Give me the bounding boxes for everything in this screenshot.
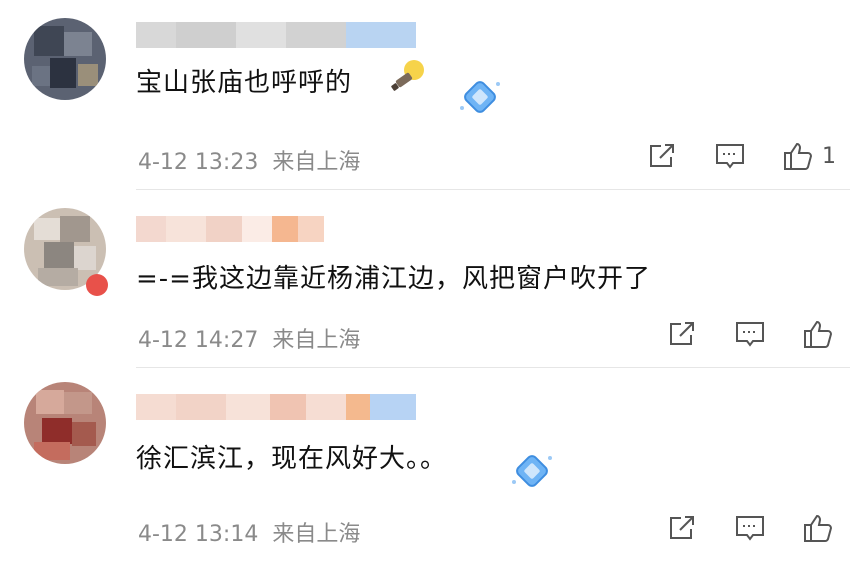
like-button[interactable] (780, 138, 816, 174)
comment-meta: 4-12 13:23 来自上海 (138, 144, 360, 176)
comment-meta: 4-12 13:14 来自上海 (138, 516, 360, 548)
avatar[interactable] (24, 382, 106, 464)
comment-item-1: 宝山张庙也呼呼的 4-12 13:23 来自上海 1 (0, 0, 850, 190)
comment-location: 来自上海 (272, 150, 361, 175)
comment-icon (736, 516, 764, 541)
comment-item-3: 徐汇滨江，现在风好大。。 4-12 13:14 来自上海 (0, 368, 850, 561)
comment-date: 4-12 14:27 (138, 328, 259, 353)
thumbs-up-icon (804, 320, 833, 348)
reply-button[interactable] (732, 510, 768, 546)
comment-item-2: =-=我这边靠近杨浦江边，风把窗户吹开了 4-12 14:27 来自上海 (0, 190, 850, 368)
username-blurred[interactable] (136, 394, 416, 420)
bulb-emoji-icon (391, 60, 424, 91)
avatar[interactable] (24, 18, 106, 100)
reply-button[interactable] (732, 316, 768, 352)
thumbs-up-icon (784, 142, 813, 170)
share-button[interactable] (644, 138, 680, 174)
thumbs-up-icon (804, 514, 833, 542)
diamond-badge-icon (460, 81, 500, 113)
reply-button[interactable] (712, 138, 748, 174)
comment-date: 4-12 13:23 (138, 150, 259, 175)
like-count: 1 (822, 144, 836, 169)
share-icon (670, 322, 694, 345)
share-icon (670, 516, 694, 539)
like-button[interactable] (800, 510, 836, 546)
comment-meta: 4-12 14:27 来自上海 (138, 322, 360, 354)
username-blurred[interactable] (136, 22, 416, 48)
comment-text: 徐汇滨江，现在风好大。。 (136, 444, 448, 474)
comment-icon (736, 322, 764, 347)
share-button[interactable] (664, 510, 700, 546)
username-blurred[interactable] (136, 216, 324, 242)
comment-location: 来自上海 (272, 522, 361, 547)
comment-location: 来自上海 (272, 328, 361, 353)
share-icon (650, 144, 674, 167)
comment-date: 4-12 13:14 (138, 522, 259, 547)
share-button[interactable] (664, 316, 700, 352)
status-badge (86, 274, 108, 296)
like-button[interactable] (800, 316, 836, 352)
comment-icon (716, 144, 744, 169)
comment-text: 宝山张庙也呼呼的 (136, 68, 353, 98)
diamond-badge-icon (512, 455, 552, 487)
comment-text: =-=我这边靠近杨浦江边，风把窗户吹开了 (136, 264, 651, 294)
